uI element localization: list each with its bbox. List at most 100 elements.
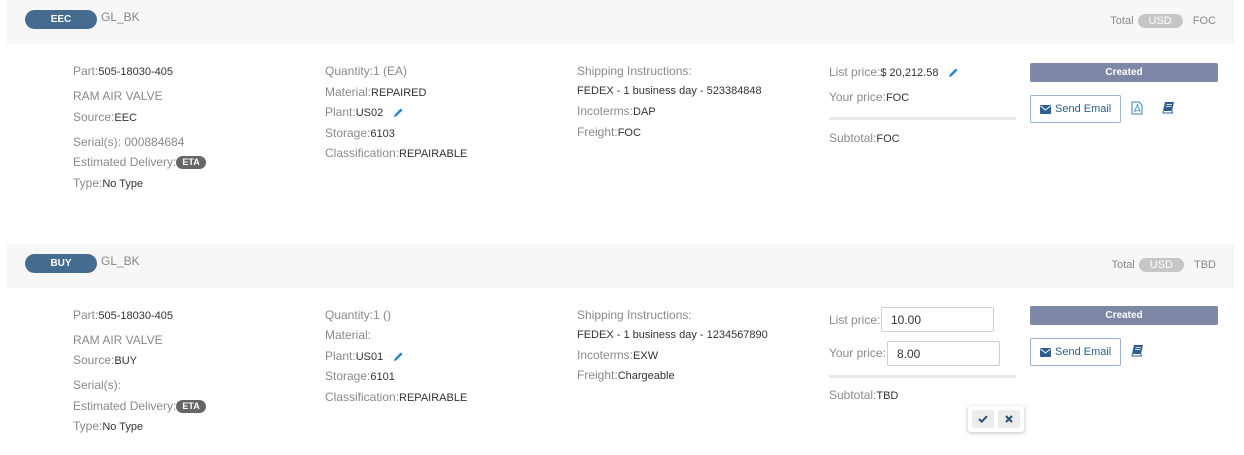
source-line: Source:EEC (73, 110, 137, 125)
quantity-line: Quantity:1 () (325, 308, 391, 322)
total-label: Total (1111, 259, 1135, 271)
classification-line: Classification:REPAIRABLE (325, 390, 467, 405)
plant-label: Plant: (325, 349, 356, 363)
source-line: Source:BUY (73, 353, 137, 368)
pencil-icon[interactable] (393, 107, 404, 118)
subtotal-value: FOC (876, 133, 900, 145)
type-value: No Type (102, 421, 144, 433)
cancel-button[interactable] (998, 410, 1020, 428)
confirm-button[interactable] (972, 410, 994, 428)
type-value: No Type (102, 178, 144, 190)
send-email-button[interactable]: Send Email (1030, 95, 1122, 123)
list-price-value: $ 20,212.58 (880, 67, 939, 79)
list-price-line: List price:$ 20,212.58 (829, 65, 959, 80)
part-line: Part:505-18030-405 (73, 308, 173, 323)
total-value: FOC (1192, 15, 1216, 27)
subtotal-line: Subtotal:FOC (829, 131, 900, 146)
incoterms-line: Incoterms:EXW (577, 348, 658, 363)
header-code: GL_BK (101, 10, 140, 24)
estimated-delivery-line: Estimated Delivery: ETA (73, 155, 206, 169)
storage-label: Storage: (325, 369, 371, 383)
material-line: Material:REPAIRED (325, 85, 426, 100)
freight-line: Freight:Chargeable (577, 368, 675, 383)
your-price-line: Your price:FOC (829, 90, 909, 105)
list-price-input[interactable] (881, 307, 994, 332)
shipping-label: Shipping Instructions: (577, 308, 692, 322)
quantity-line: Quantity:1 (EA) (325, 64, 407, 78)
envelope-icon (1040, 347, 1051, 357)
order-block-1: EEC GL_BK Total USD FOC Part:505-18030-4… (0, 0, 1244, 240)
book-icon[interactable] (1162, 101, 1176, 115)
classification-value: REPAIRABLE (399, 148, 468, 160)
your-price-label: Your price: (829, 346, 886, 360)
order-block-2: BUY GL_BK Total USD TBD Part:505-18030-4… (0, 244, 1244, 455)
header-code: GL_BK (101, 254, 140, 268)
freight-label: Freight: (577, 125, 618, 139)
incoterms-value: EXW (633, 350, 659, 362)
source-badge[interactable]: BUY (25, 254, 97, 273)
subtotal-line: Subtotal:TBD (829, 388, 898, 403)
subtotal-label: Subtotal: (829, 388, 877, 402)
shipping-value: FEDEX - 1 business day - 523384848 (577, 85, 762, 97)
storage-line: Storage:6101 (325, 369, 395, 384)
send-email-button[interactable]: Send Email (1030, 338, 1122, 366)
pencil-icon[interactable] (948, 67, 959, 78)
close-icon (1005, 415, 1013, 423)
material-label: Material: (325, 328, 372, 342)
type-line: Type:No Type (73, 176, 143, 191)
total-value: TBD (1194, 259, 1216, 271)
shipping-label: Shipping Instructions: (577, 64, 692, 78)
shipping-value: FEDEX - 1 business day - 1234567890 (577, 329, 768, 341)
incoterms-line: Incoterms:DAP (577, 104, 656, 119)
pencil-icon[interactable] (393, 351, 404, 362)
edit-confirm-popover (968, 406, 1024, 432)
quantity-label: Quantity: (325, 308, 374, 322)
serials-line: Serial(s): 000884684 (73, 135, 185, 149)
status-bar: Created (1030, 306, 1218, 325)
storage-label: Storage: (325, 126, 371, 140)
part-label: Part: (73, 308, 99, 322)
eta-badge[interactable]: ETA (176, 156, 206, 169)
price-divider (829, 117, 1016, 120)
source-badge[interactable]: EEC (25, 10, 97, 29)
estimated-delivery-line: Estimated Delivery: ETA (73, 399, 206, 413)
freight-line: Freight:FOC (577, 125, 641, 140)
part-value: 505-18030-405 (98, 310, 173, 322)
your-price-input[interactable] (887, 341, 1000, 366)
source-label: Source: (73, 353, 115, 367)
material-line: Material: (325, 328, 371, 343)
incoterms-label: Incoterms: (577, 104, 634, 118)
price-divider (829, 375, 1016, 378)
incoterms-value: DAP (633, 106, 656, 118)
book-icon[interactable] (1131, 344, 1145, 358)
source-label: Source: (73, 110, 115, 124)
part-label: Part: (73, 64, 99, 78)
currency-badge: USD (1137, 14, 1183, 28)
storage-value: 6101 (370, 371, 395, 383)
classification-value: REPAIRABLE (399, 392, 468, 404)
status-bar: Created (1030, 63, 1218, 82)
source-value: EEC (114, 112, 137, 124)
send-email-label: Send Email (1055, 346, 1112, 358)
freight-value: Chargeable (617, 370, 675, 382)
pdf-file-icon[interactable] (1131, 101, 1145, 115)
send-email-label: Send Email (1055, 103, 1112, 115)
plant-line: Plant:US01 (325, 349, 404, 364)
eta-badge[interactable]: ETA (176, 400, 206, 413)
your-price-label: Your price: (829, 90, 886, 104)
order-header: BUY GL_BK Total USD TBD (7, 244, 1234, 288)
plant-value: US01 (355, 351, 384, 363)
material-value: REPAIRED (371, 87, 427, 99)
type-label: Type: (73, 176, 103, 190)
part-description: RAM AIR VALVE (73, 89, 163, 103)
list-price-label: List price: (829, 313, 881, 327)
envelope-icon (1040, 104, 1051, 114)
estimated-delivery-label: Estimated Delivery: (73, 399, 177, 413)
your-price-value: FOC (885, 92, 910, 104)
type-line: Type:No Type (73, 419, 143, 434)
subtotal-value: TBD (876, 390, 899, 402)
source-value: BUY (114, 355, 137, 367)
currency-badge: USD (1138, 258, 1184, 272)
material-label: Material: (325, 85, 372, 99)
total-group: Total USD FOC (1110, 14, 1216, 28)
